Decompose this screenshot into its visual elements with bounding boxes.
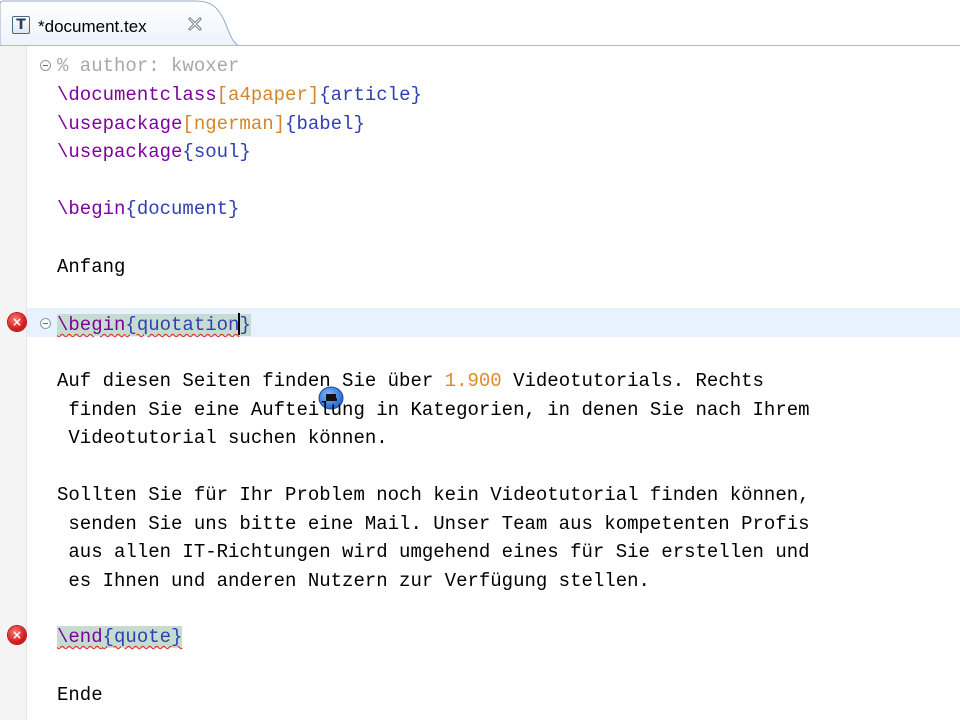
latex-option: [ngerman]	[182, 113, 286, 135]
paragraph-text: Videotutorials. Rechts	[501, 370, 764, 392]
paragraph-text: aus allen IT-Richtungen wird umgehend ei…	[57, 541, 810, 563]
latex-argument: {article}	[319, 84, 422, 106]
code-line: Auf diesen Seiten finden Sie über 1.900 …	[0, 367, 960, 395]
code-line-error: × \end{quote}	[0, 623, 960, 651]
latex-command: \begin	[57, 314, 126, 336]
latex-argument: {document}	[125, 198, 240, 220]
code-line: finden Sie eine Aufteilung in Kategorien…	[0, 396, 960, 424]
tab-document-tex[interactable]: T *document.tex	[0, 0, 238, 45]
latex-argument: {babel}	[285, 113, 365, 135]
latex-command: \usepackage	[57, 141, 183, 163]
code-line: senden Sie uns bitte eine Mail. Unser Te…	[0, 510, 960, 538]
plain-text: Ende	[57, 684, 103, 706]
code-line: Ende	[0, 681, 960, 709]
paragraph-text: Auf diesen Seiten finden Sie über	[57, 370, 445, 392]
code-line: Anfang	[0, 253, 960, 281]
error-icon[interactable]: ×	[8, 313, 26, 331]
paragraph-text: Sollten Sie für Ihr Problem noch kein Vi…	[57, 484, 810, 506]
code-line: aus allen IT-Richtungen wird umgehend ei…	[0, 538, 960, 566]
paragraph-text: Videotutorial suchen können.	[57, 427, 388, 449]
close-icon[interactable]	[186, 15, 204, 33]
code-line-error: × \begin{quotation}	[0, 310, 960, 338]
latex-command: \documentclass	[57, 84, 217, 106]
latex-command: \usepackage	[57, 113, 183, 135]
code-line: es Ihnen und anderen Nutzern zur Verfügu…	[0, 567, 960, 595]
comment-text: % author: kwoxer	[57, 55, 240, 77]
paragraph-text: finden Sie eine Aufteilung in Kategorien…	[57, 399, 810, 421]
tab-title: *document.tex	[38, 17, 147, 36]
fold-collapse-icon[interactable]	[40, 318, 51, 329]
latex-command: \begin	[57, 198, 126, 220]
latex-argument-close: }	[239, 314, 251, 336]
tex-file-icon: T	[12, 16, 30, 34]
latex-editor[interactable]: % author: kwoxer \documentclass[a4paper]…	[0, 46, 960, 720]
latex-argument: {soul}	[182, 141, 251, 163]
latex-argument: {quotation	[125, 314, 240, 336]
editor-tab-bar: T *document.tex	[0, 0, 960, 46]
code-line: \documentclass[a4paper]{article}	[0, 81, 960, 109]
plain-text: Anfang	[57, 256, 126, 278]
paragraph-text: es Ihnen und anderen Nutzern zur Verfügu…	[57, 570, 650, 592]
code-line: % author: kwoxer	[0, 52, 960, 80]
code-line: Videotutorial suchen können.	[0, 424, 960, 452]
code-line: Sollten Sie für Ihr Problem noch kein Vi…	[0, 481, 960, 509]
error-icon[interactable]: ×	[8, 626, 26, 644]
code-line: \usepackage[ngerman]{babel}	[0, 110, 960, 138]
code-line: \usepackage{soul}	[0, 138, 960, 166]
code-line: \begin{document}	[0, 195, 960, 223]
number-text: 1.900	[444, 370, 502, 392]
paragraph-text: senden Sie uns bitte eine Mail. Unser Te…	[57, 513, 810, 535]
latex-argument: {quote}	[102, 626, 183, 648]
latex-command: \end	[57, 626, 103, 648]
latex-option: [a4paper]	[216, 84, 320, 106]
fold-collapse-icon[interactable]	[40, 60, 51, 71]
